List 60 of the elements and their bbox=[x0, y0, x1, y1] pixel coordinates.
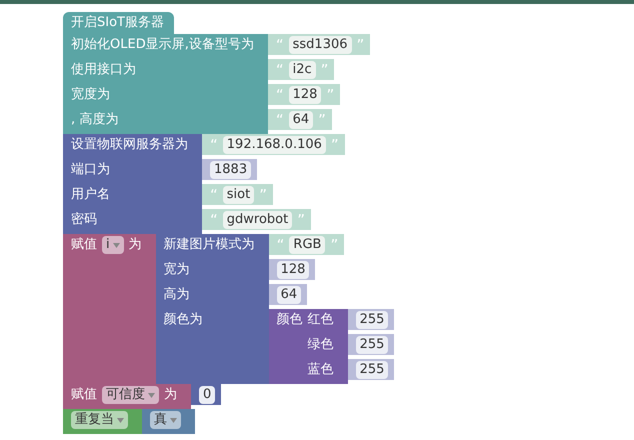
number-field[interactable]: 255 bbox=[356, 310, 388, 328]
quote-mark: “ bbox=[276, 86, 284, 104]
number-field[interactable]: 1883 bbox=[210, 160, 252, 178]
caret-icon bbox=[170, 418, 177, 422]
block-label: 为 bbox=[164, 386, 177, 404]
text-field[interactable]: 128 bbox=[288, 86, 322, 104]
text-field[interactable]: 192.168.0.106 bbox=[222, 136, 326, 154]
quote-mark: “ bbox=[276, 60, 284, 78]
quote-mark: ” bbox=[320, 60, 328, 78]
block-label: 设置物联网服务器为 bbox=[71, 136, 188, 154]
block-label: 绿色 bbox=[308, 336, 334, 354]
block-label: 新建图片模式为 bbox=[164, 236, 255, 254]
block-label: 为 bbox=[128, 236, 142, 254]
quote-mark: “ bbox=[276, 36, 284, 54]
quote-mark: ” bbox=[259, 186, 267, 204]
caret-icon bbox=[117, 418, 124, 422]
quote-mark: “ bbox=[210, 186, 218, 204]
quote-mark: ” bbox=[330, 136, 339, 154]
text-field[interactable]: gdwrobot bbox=[222, 210, 292, 228]
block-label: 使用接口为 bbox=[71, 61, 136, 79]
quote-mark: “ bbox=[276, 236, 284, 254]
quote-mark: ” bbox=[330, 236, 338, 254]
field-dropdown[interactable]: 可信度 bbox=[102, 386, 159, 404]
text-field[interactable]: ssd1306 bbox=[288, 36, 352, 54]
quote-mark: “ bbox=[276, 110, 284, 128]
quote-mark: “ bbox=[210, 136, 218, 154]
number-field[interactable]: 255 bbox=[356, 336, 388, 354]
quote-mark: “ bbox=[210, 210, 218, 228]
block-label: 宽为 bbox=[164, 261, 190, 279]
text-field[interactable]: siot bbox=[222, 186, 254, 204]
block-label: 端口为 bbox=[71, 161, 110, 179]
block-label: 赋值 bbox=[71, 236, 97, 254]
number-field[interactable]: 64 bbox=[276, 286, 302, 304]
quote-mark: ” bbox=[318, 110, 326, 128]
caret-icon bbox=[148, 392, 155, 398]
block-label: 高为 bbox=[164, 286, 190, 304]
number-field[interactable]: 0 bbox=[199, 386, 216, 404]
field-dropdown[interactable]: 真 bbox=[150, 411, 181, 429]
hat-block: 开启SIoT服务器 bbox=[63, 12, 174, 34]
block-label: 蓝色 bbox=[308, 361, 334, 379]
text-field[interactable]: i2c bbox=[288, 60, 316, 78]
block-label: 颜色为 bbox=[164, 311, 203, 329]
text-field[interactable]: RGB bbox=[289, 236, 326, 254]
number-field[interactable]: 128 bbox=[276, 260, 310, 278]
block-label: 红色 bbox=[308, 311, 334, 329]
caret-icon bbox=[112, 242, 120, 248]
field-dropdown[interactable]: 重复当 bbox=[71, 411, 128, 429]
block-label: 用户名 bbox=[71, 186, 110, 204]
block-label: , 高度为 bbox=[71, 111, 118, 129]
block-label: 赋值 bbox=[71, 386, 97, 404]
number-field[interactable]: 255 bbox=[356, 360, 388, 378]
block-label: 宽度为 bbox=[71, 86, 110, 104]
quote-mark: ” bbox=[297, 210, 306, 228]
block-label: 初始化OLED显示屏,设备型号为 bbox=[71, 36, 254, 54]
quote-mark: ” bbox=[326, 86, 334, 104]
block-label: 颜色 bbox=[276, 311, 303, 329]
text-field[interactable]: 64 bbox=[288, 110, 314, 128]
quote-mark: ” bbox=[356, 36, 364, 54]
block-label: 密码 bbox=[71, 211, 97, 229]
field-dropdown[interactable]: i bbox=[102, 236, 124, 254]
